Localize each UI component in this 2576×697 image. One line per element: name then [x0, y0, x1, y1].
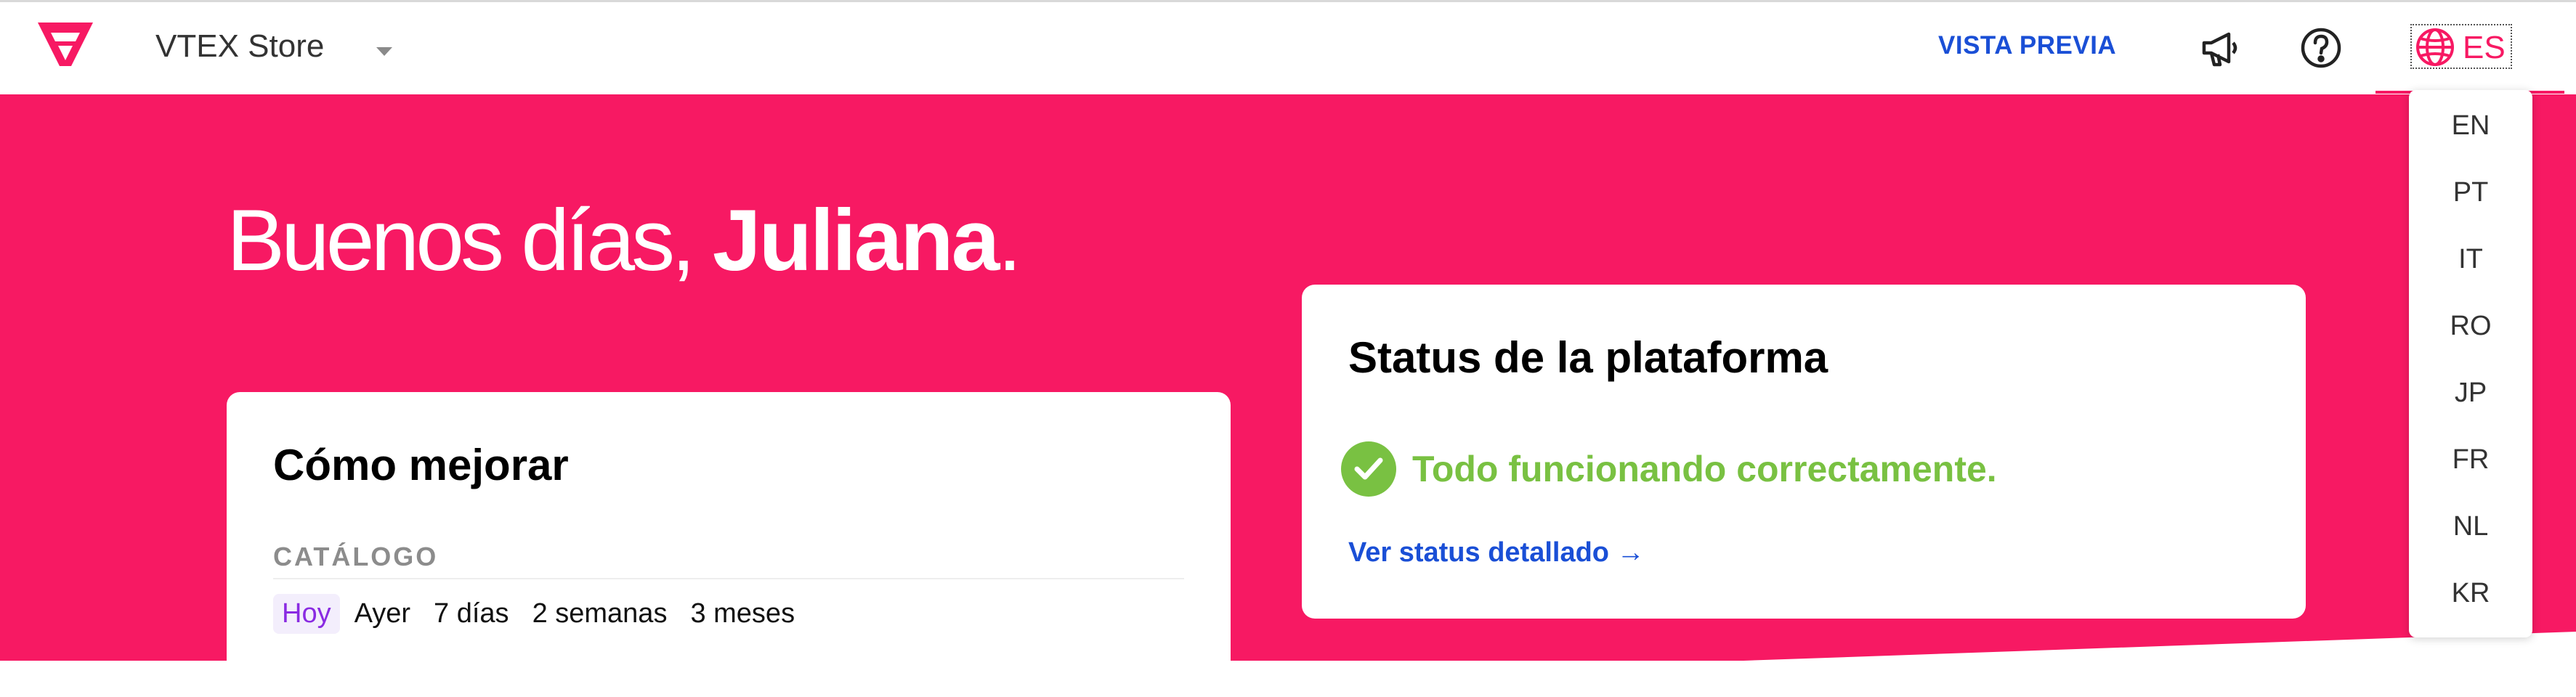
chevron-down-icon[interactable] [376, 47, 392, 56]
globe-icon [2415, 27, 2455, 68]
period-2-weeks[interactable]: 2 semanas [524, 594, 676, 634]
megaphone-icon[interactable] [2197, 24, 2245, 72]
language-option-it[interactable]: IT [2409, 244, 2532, 275]
status-message: Todo funcionando correctamente. [1412, 449, 1997, 489]
preview-button[interactable]: VISTA PREVIA [1938, 31, 2116, 60]
user-name: Juliana [712, 192, 1000, 289]
check-circle-icon [1341, 441, 1396, 497]
language-selector-focus[interactable]: ES [2410, 24, 2512, 69]
improve-card-title: Cómo mejorar [273, 441, 569, 489]
language-option-kr[interactable]: KR [2409, 578, 2532, 609]
detailed-status-link[interactable]: Ver status detallado → [1348, 537, 1645, 568]
catalog-section-label: CATÁLOGO [273, 542, 439, 571]
period-today[interactable]: Hoy [273, 594, 340, 634]
period-7-days[interactable]: 7 días [425, 594, 518, 634]
language-option-nl[interactable]: NL [2409, 511, 2532, 542]
platform-status-card: Status de la plataforma Todo funcionando… [1302, 285, 2306, 619]
improve-card: Cómo mejorar CATÁLOGO Hoy Ayer 7 días 2 … [227, 392, 1231, 697]
period-tabs: Hoy Ayer 7 días 2 semanas 3 meses [273, 594, 803, 634]
language-dropdown: EN PT IT RO JP FR NL KR [2409, 90, 2532, 637]
language-option-fr[interactable]: FR [2409, 444, 2532, 476]
greeting-heading: Buenos días, Juliana. [227, 190, 1022, 290]
period-yesterday[interactable]: Ayer [346, 594, 419, 634]
language-option-jp[interactable]: JP [2409, 378, 2532, 409]
language-selector[interactable]: ES [2375, 2, 2564, 94]
status-row: Todo funcionando correctamente. [1341, 441, 1997, 497]
greeting-text: Buenos días, [227, 192, 695, 289]
help-icon[interactable] [2297, 24, 2345, 72]
language-option-en[interactable]: EN [2409, 110, 2532, 142]
period-3-months[interactable]: 3 meses [681, 594, 803, 634]
language-option-pt[interactable]: PT [2409, 177, 2532, 208]
language-option-ro[interactable]: RO [2409, 311, 2532, 342]
status-card-title: Status de la plataforma [1348, 333, 1828, 382]
store-selector[interactable]: VTEX Store [155, 28, 324, 65]
current-language: ES [2463, 30, 2506, 65]
top-bar: VTEX Store VISTA PREVIA ES [0, 0, 2576, 94]
greeting-period: . [997, 192, 1021, 289]
section-divider [273, 578, 1184, 579]
vtex-logo-icon[interactable] [38, 23, 93, 68]
